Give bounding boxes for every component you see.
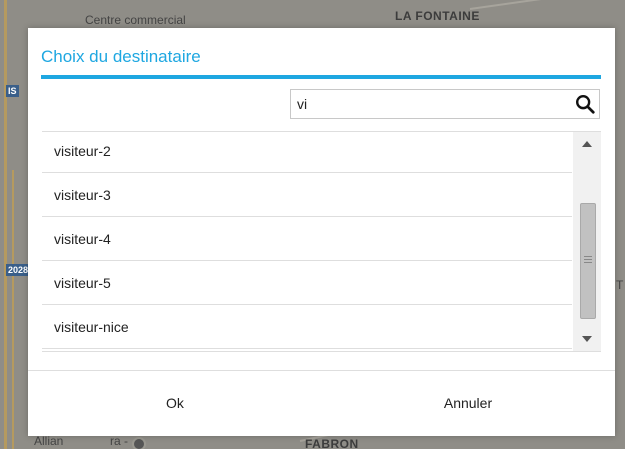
list-item[interactable]: visiteur-nice <box>42 305 572 349</box>
title-divider <box>41 75 601 79</box>
list-scrollbar[interactable] <box>573 132 601 351</box>
grip-icon <box>584 256 592 265</box>
ok-button[interactable]: Ok <box>30 380 320 426</box>
map-label: FABRON <box>305 437 359 449</box>
recipient-list[interactable]: visiteur-2 visiteur-3 visiteur-4 visiteu… <box>42 132 572 351</box>
arrow-up-icon[interactable] <box>573 132 601 156</box>
screen: Centre commercial LA FONTAINE IS 2028 T … <box>0 0 625 449</box>
map-label: IS <box>6 85 19 97</box>
map-road <box>12 170 14 449</box>
map-label: Allian <box>34 434 64 448</box>
search-icon[interactable] <box>574 93 596 115</box>
list-item[interactable]: visiteur-3 <box>42 173 572 217</box>
map-label: LA FONTAINE <box>395 9 480 23</box>
scrollbar-thumb[interactable] <box>580 203 596 319</box>
cancel-button[interactable]: Annuler <box>323 380 613 426</box>
list-item[interactable]: visiteur-2 <box>42 132 572 173</box>
map-poi-icon <box>132 437 146 449</box>
map-label: T <box>616 278 624 292</box>
map-label: ra - <box>110 434 128 448</box>
map-road <box>4 0 7 449</box>
list-item[interactable]: visiteur-4 <box>42 217 572 261</box>
dialog-title: Choix du destinataire <box>41 47 201 66</box>
search-input[interactable] <box>297 90 567 118</box>
map-label: 2028 <box>6 264 31 276</box>
map-road <box>469 0 625 10</box>
recipient-list-area: visiteur-2 visiteur-3 visiteur-4 visiteu… <box>42 131 601 352</box>
list-item[interactable]: visiteur-5 <box>42 261 572 305</box>
arrow-down-icon[interactable] <box>573 327 601 351</box>
search-box[interactable] <box>290 89 600 119</box>
map-label: Centre commercial <box>85 13 186 27</box>
recipient-dialog: Choix du destinataire visiteur-2 visiteu… <box>28 28 615 436</box>
footer-divider <box>28 370 615 371</box>
